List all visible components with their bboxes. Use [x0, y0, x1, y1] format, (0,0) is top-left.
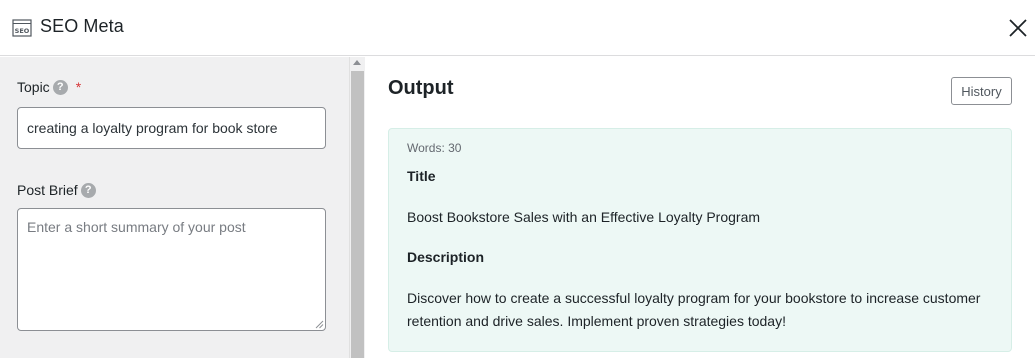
resize-grip-icon[interactable] — [314, 319, 324, 329]
post-brief-textarea[interactable] — [17, 208, 326, 331]
required-marker: * — [75, 79, 82, 95]
history-button[interactable]: History — [951, 77, 1012, 105]
seo-icon: SEO — [12, 19, 32, 37]
generated-title: Boost Bookstore Sales with an Effective … — [407, 209, 761, 225]
close-icon — [1009, 19, 1027, 37]
svg-text:SEO: SEO — [15, 27, 30, 35]
post-brief-label: Post Brief — [17, 182, 78, 198]
scrollbar-thumb[interactable] — [351, 71, 364, 358]
description-heading: Description — [407, 249, 485, 265]
help-icon[interactable]: ? — [52, 79, 68, 95]
help-icon[interactable]: ? — [80, 182, 96, 198]
modal-title: SEO Meta — [40, 16, 124, 36]
output-panel: Output History Words: 30 Title Boost Boo… — [366, 57, 1035, 358]
post-brief-label-row: Post Brief ? — [17, 182, 96, 198]
input-panel: Topic ? * Post Brief ? — [0, 57, 349, 358]
topic-label: Topic — [17, 79, 50, 95]
modal-header: SEO SEO Meta — [0, 0, 1035, 56]
close-button[interactable] — [1004, 14, 1032, 42]
scroll-up-arrow-icon[interactable] — [353, 60, 361, 65]
seo-meta-modal: SEO SEO Meta Topic ? * Post Brief ? — [0, 0, 1035, 358]
panel-scrollbar[interactable] — [349, 57, 365, 358]
word-count: Words: 30 — [407, 141, 462, 155]
topic-input[interactable] — [17, 107, 326, 149]
title-heading: Title — [407, 168, 436, 184]
output-title: Output — [388, 77, 454, 99]
output-result-box: Words: 30 Title Boost Bookstore Sales wi… — [388, 128, 1012, 352]
generated-description: Discover how to create a successful loya… — [407, 290, 981, 329]
topic-label-row: Topic ? * — [17, 79, 81, 95]
